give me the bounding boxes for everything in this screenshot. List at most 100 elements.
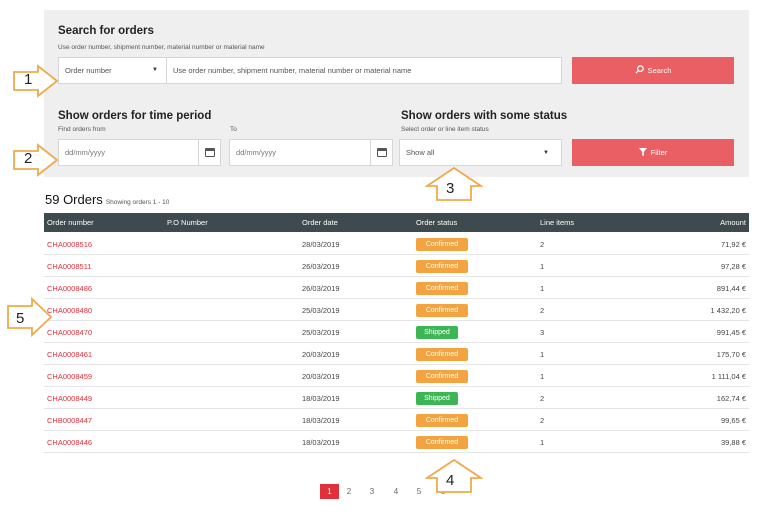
order-date: 25/03/2019 [302,328,340,337]
annotation-arrow-1 [13,64,59,98]
date-from-placeholder: dd/mm/yyyy [65,148,106,157]
date-to-calendar-button[interactable] [370,140,392,165]
status-select[interactable]: Show all ▼ [399,139,562,166]
annotation-arrow-2 [13,143,59,177]
line-items: 1 [540,438,545,447]
from-label: Find orders from [58,126,106,133]
page-4[interactable]: 4 [387,484,405,499]
date-from-calendar-button[interactable] [198,140,220,165]
order-date: 28/03/2019 [302,240,340,249]
date-from-field[interactable]: dd/mm/yyyy [58,139,221,166]
page-2[interactable]: 2 [340,484,358,499]
status-badge: Confirmed [416,304,468,317]
order-date: 18/03/2019 [302,416,340,425]
annotation-label-2: 2 [24,150,33,167]
search-type-select[interactable]: Order number ▼ [59,58,167,83]
col-order-number[interactable]: Order number [47,218,94,227]
table-row[interactable]: CHA0008516 28/03/2019 Confirmed 2 71,92 € [44,233,749,255]
order-number-link[interactable]: CHA0008461 [47,350,92,359]
amount: 162,74 € [716,394,746,403]
col-line-items[interactable]: Line items [540,218,574,227]
status-badge: Confirmed [416,436,468,449]
search-type-value: Order number [65,66,112,75]
order-date: 26/03/2019 [302,262,340,271]
order-date: 20/03/2019 [302,350,340,359]
line-items: 2 [540,240,545,249]
filter-button[interactable]: Filter [572,139,734,166]
col-order-date[interactable]: Order date [302,218,338,227]
table-row[interactable]: CHA0008459 20/03/2019 Confirmed 1 1 111,04 € [44,365,749,387]
filter-button-label: Filter [650,148,668,157]
status-subtitle: Select order or line item status [401,126,489,133]
order-number-link[interactable]: CHA0008511 [47,262,91,271]
table-row[interactable]: CHA0008470 25/03/2019 Shipped 3 991,45 € [44,321,749,343]
order-date: 18/03/2019 [302,438,340,447]
search-icon [635,65,644,76]
table-row[interactable]: CHB0008447 18/03/2019 Confirmed 2 99,65 € [44,409,749,431]
page-3[interactable]: 3 [363,484,381,499]
orders-heading: 59 Orders Showing orders 1 - 10 [45,192,169,207]
line-items: 1 [540,350,545,359]
table-row[interactable]: CHA0008480 25/03/2019 Confirmed 2 1 432,20 € [44,299,749,321]
date-to-field[interactable]: dd/mm/yyyy [229,139,393,166]
table-row[interactable]: CHA0008486 26/03/2019 Confirmed 1 891,44 € [44,277,749,299]
order-date: 18/03/2019 [302,394,340,403]
order-date: 20/03/2019 [302,372,340,381]
amount: 71,92 € [720,240,746,249]
line-items: 1 [540,372,545,381]
calendar-icon [204,148,215,157]
page-1[interactable]: 1 [320,484,339,499]
line-items: 1 [540,262,545,271]
amount: 1 432,20 € [710,306,746,315]
order-number-link[interactable]: CHA0008459 [47,372,92,381]
table-row[interactable]: CHA0008449 18/03/2019 Shipped 2 162,74 € [44,387,749,409]
col-order-status[interactable]: Order status [416,218,457,227]
order-date: 26/03/2019 [302,284,340,293]
status-badge: Confirmed [416,260,468,273]
chevron-down-icon: ▼ [543,150,549,156]
amount: 97,28 € [720,262,746,271]
search-box: Order number ▼ Use order number, shipmen… [58,57,562,84]
status-badge: Shipped [416,326,458,339]
amount: 39,88 € [720,438,746,447]
status-title: Show orders with some status [401,110,568,122]
to-label: To [230,126,237,133]
line-items: 2 [540,306,545,315]
status-badge: Confirmed [416,238,468,251]
orders-showing: Showing orders 1 - 10 [105,199,170,206]
annotation-label-3: 3 [446,180,455,197]
amount: 991,45 € [716,328,746,337]
line-items: 2 [540,416,545,425]
search-button-label: Search [647,66,672,75]
col-po-number[interactable]: P.O Number [167,218,208,227]
table-row[interactable]: CHA0008461 20/03/2019 Confirmed 1 175,70 € [44,343,749,365]
amount: 1 111,04 € [711,372,746,381]
orders-count: 59 Orders [45,192,103,207]
annotation-label-4: 4 [446,472,455,489]
chevron-down-icon: ▼ [152,67,158,73]
search-input[interactable]: Use order number, shipment number, mater… [167,66,411,75]
status-badge: Confirmed [416,348,468,361]
search-title: Search for orders [58,25,154,37]
order-number-link[interactable]: CHA0008516 [47,240,92,249]
amount: 175,70 € [716,350,746,359]
status-badge: Shipped [416,392,458,405]
order-number-link[interactable]: CHA0008446 [47,438,92,447]
annotation-label-1: 1 [24,71,33,88]
amount: 99,65 € [720,416,746,425]
table-row[interactable]: CHA0008446 18/03/2019 Confirmed 1 39,88 € [44,431,749,453]
order-number-link[interactable]: CHA0008449 [47,394,92,403]
line-items: 2 [540,394,545,403]
order-date: 25/03/2019 [302,306,340,315]
status-badge: Confirmed [416,370,468,383]
search-button[interactable]: Search [572,57,734,84]
col-amount[interactable]: Amount [720,218,746,227]
annotation-label-5: 5 [16,310,25,327]
order-number-link[interactable]: CHB0008447 [47,416,92,425]
order-number-link[interactable]: CHA0008486 [47,284,92,293]
line-items: 3 [540,328,545,337]
filter-icon [638,147,647,158]
table-row[interactable]: CHA0008511 26/03/2019 Confirmed 1 97,28 € [44,255,749,277]
period-title: Show orders for time period [58,110,212,122]
annotation-arrow-5 [7,297,53,337]
